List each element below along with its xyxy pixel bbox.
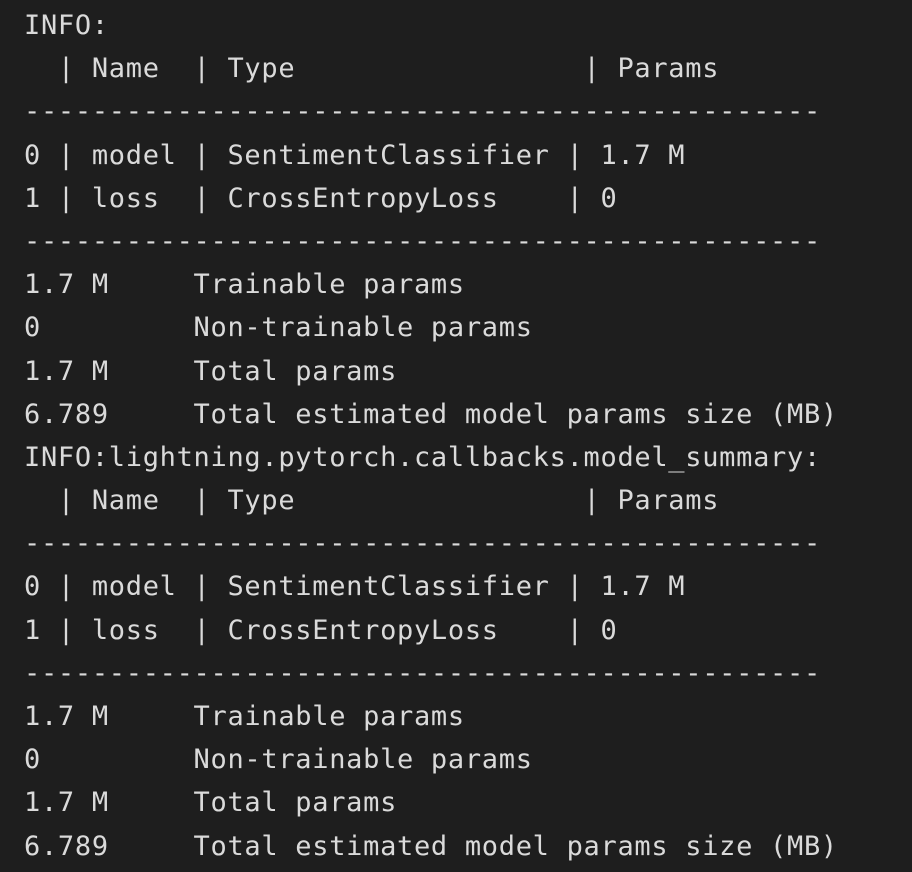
params-size-line: 6.789 Total estimated model params size … [24,398,838,430]
summary-divider: ----------------------------------------… [24,657,821,689]
summary-divider: ----------------------------------------… [24,225,821,257]
trainable-params-line: 1.7 M Trainable params [24,701,465,732]
summary-row-model: 0 | model | SentimentClassifier | 1.7 M [24,571,686,603]
summary-table-header: | Name | Type | Params [24,485,720,517]
summary-divider: ----------------------------------------… [24,96,821,128]
summary-divider: ----------------------------------------… [24,528,821,560]
summary-table-header: | Name | Type | Params [24,53,720,85]
summary-row-loss: 1 | loss | CrossEntropyLoss | 0 [24,614,618,646]
summary-row-loss: 1 | loss | CrossEntropyLoss | 0 [24,182,618,214]
non-trainable-params-line: 0 Non-trainable params [24,312,533,344]
summary-row-model: 0 | model | SentimentClassifier | 1.7 M [24,139,686,171]
total-params-line: 1.7 M Total params [24,355,398,387]
log-line-model-summary-header: INFO:lightning.pytorch.callbacks.model_s… [24,441,821,473]
terminal-output: INFO: | Name | Type | Params -----------… [0,0,912,872]
trainable-params-line: 1.7 M Trainable params [24,269,465,301]
non-trainable-params-line: 0 Non-trainable params [24,744,533,776]
log-line-info-header: INFO: [24,10,109,41]
params-size-line: 6.789 Total estimated model params size … [24,830,838,862]
total-params-line: 1.7 M Total params [24,787,398,819]
